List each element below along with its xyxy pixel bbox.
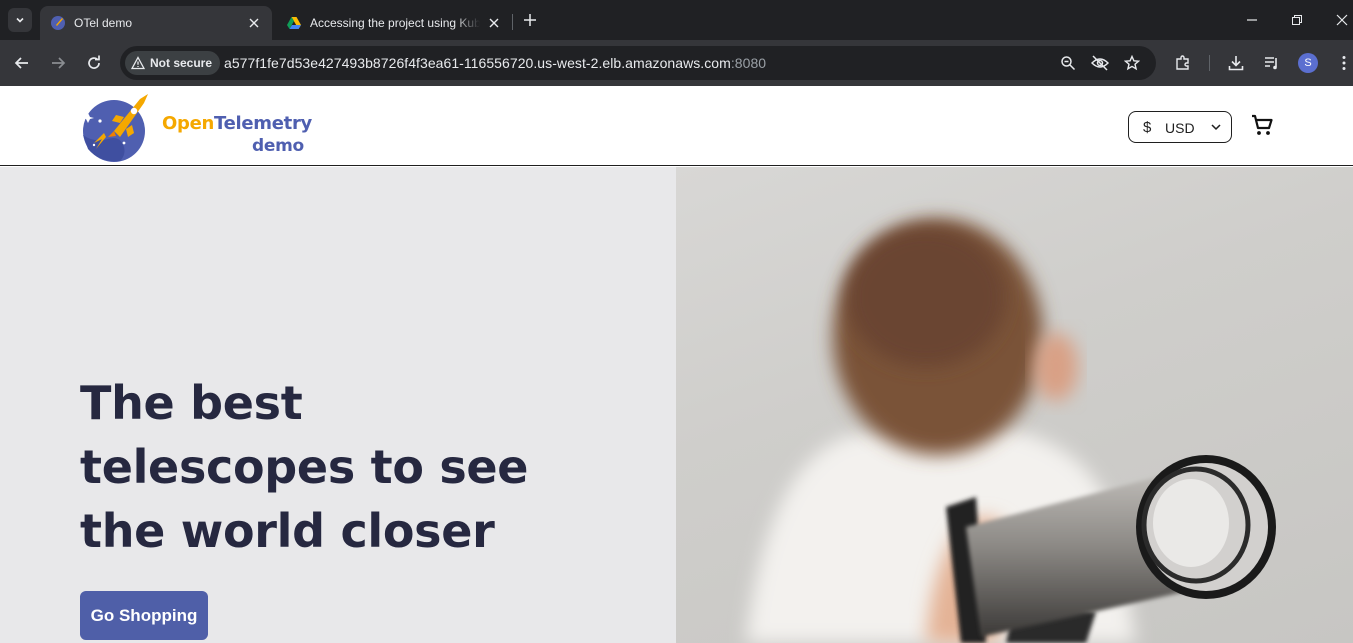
restore-button[interactable] [1287,10,1307,30]
chevron-down-icon [1211,124,1221,131]
opentelemetry-demo-logo[interactable]: OpenTelemetry demo [80,91,312,163]
zoom-button[interactable] [1058,53,1078,73]
tab-separator [512,14,513,30]
hero-headline: The best telescopes to see the world clo… [80,376,529,558]
site-security-chip[interactable]: Not secure [125,51,221,75]
otel-favicon-icon [51,16,65,30]
url-text: a577f1fe7d53e427493b8726f4f3ea61-1165567… [224,55,766,71]
star-icon [1124,55,1140,71]
site-header: OpenTelemetry demo $ USD [0,86,1353,166]
plus-icon [524,14,536,26]
warning-icon [131,56,145,70]
media-controls-button[interactable] [1261,52,1283,74]
reload-button[interactable] [82,51,106,75]
eye-off-icon [1091,55,1109,71]
download-icon [1228,56,1244,71]
playlist-icon [1265,57,1277,70]
logo-open-text: Open [162,113,215,134]
new-tab-button[interactable] [520,10,540,30]
arrow-left-icon [14,57,28,69]
browser-tab-strip: OTel demo Accessing the project using Ku… [0,0,1353,40]
back-button[interactable] [10,51,34,75]
minimize-icon [1247,19,1257,21]
currency-code: USD [1165,120,1195,136]
puzzle-icon [1176,55,1189,70]
go-shopping-button[interactable]: Go Shopping [80,591,208,640]
bookmark-button[interactable] [1122,53,1142,73]
security-label: Not secure [150,56,213,70]
tab-title: OTel demo [74,16,133,30]
google-drive-icon [287,17,301,29]
zoom-icon [1061,56,1076,71]
currency-selector[interactable]: $ USD [1128,111,1232,143]
tab-kubernetes-doc[interactable]: Accessing the project using Kubernetes [276,6,512,40]
tab-title: Accessing the project using Kubernetes [310,16,480,30]
minimize-button[interactable] [1242,10,1262,30]
chevron-down-icon [16,17,24,23]
close-tab-icon[interactable] [246,15,262,31]
hero-image-child-with-telescope [676,167,1353,643]
shopping-cart-icon [1252,114,1273,135]
tracking-protection-button[interactable] [1090,53,1110,73]
arrow-right-icon [52,57,66,69]
browser-menu-button[interactable] [1333,52,1353,74]
browser-toolbar: Not secure a577f1fe7d53e427493b8726f4f3e… [0,40,1353,86]
logo-telemetry-text: Telemetry [214,113,312,134]
more-vertical-icon [1342,56,1346,70]
cart-button[interactable] [1250,113,1274,137]
child-telescope-illustration [746,219,1276,643]
close-window-button[interactable] [1332,10,1352,30]
currency-symbol: $ [1143,119,1152,136]
reload-icon [88,55,100,69]
logo-demo-text: demo [252,136,304,156]
restore-icon [1292,15,1302,25]
url-host: a577f1fe7d53e427493b8726f4f3ea61-1165567… [224,55,731,71]
url-port: :8080 [730,55,767,71]
profile-avatar[interactable]: S [1298,53,1318,73]
close-tab-icon[interactable] [486,15,502,31]
rocket-globe-logo-icon [82,94,148,162]
hero-banner: The best telescopes to see the world clo… [0,167,1353,643]
close-icon [1336,14,1348,26]
tab-otel-demo[interactable]: OTel demo [40,6,272,40]
forward-button[interactable] [46,51,70,75]
downloads-button[interactable] [1225,52,1247,74]
address-bar[interactable]: Not secure a577f1fe7d53e427493b8726f4f3e… [120,46,1156,80]
tab-search-button[interactable] [8,8,32,32]
extensions-button[interactable] [1172,52,1194,74]
logo-wordmark: OpenTelemetry [162,113,312,134]
toolbar-separator [1209,55,1210,71]
